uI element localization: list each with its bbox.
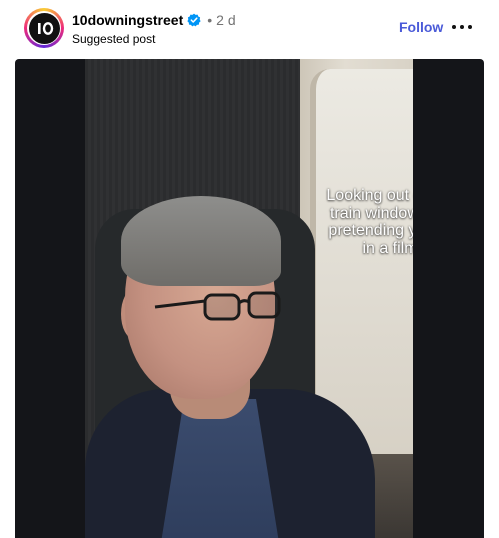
more-dot — [452, 25, 456, 29]
verified-badge-icon — [187, 13, 201, 27]
glasses-icon — [154, 291, 281, 321]
more-dot — [460, 25, 464, 29]
video-caption: Looking out of the train window and pret… — [326, 187, 413, 257]
username-link[interactable]: 10downingstreet — [72, 12, 183, 28]
avatar-border — [27, 11, 61, 45]
video-frame[interactable]: Looking out of the train window and pret… — [85, 59, 413, 538]
avatar-logo-icon — [37, 21, 53, 35]
more-dot — [468, 25, 472, 29]
person-hair — [121, 196, 281, 286]
suggested-label: Suggested post — [72, 32, 156, 46]
avatar[interactable] — [28, 12, 60, 44]
post-card: 10downingstreet • 2 d Suggested post Fol… — [0, 0, 499, 538]
story-ring[interactable] — [24, 8, 64, 48]
more-options-icon[interactable] — [452, 18, 472, 36]
post-header-meta: 10downingstreet • 2 d — [72, 11, 236, 29]
post-media[interactable]: Looking out of the train window and pret… — [15, 59, 484, 538]
meta-separator: • — [207, 12, 213, 28]
follow-button[interactable]: Follow — [399, 19, 443, 35]
post-timestamp[interactable]: 2 d — [216, 12, 235, 28]
